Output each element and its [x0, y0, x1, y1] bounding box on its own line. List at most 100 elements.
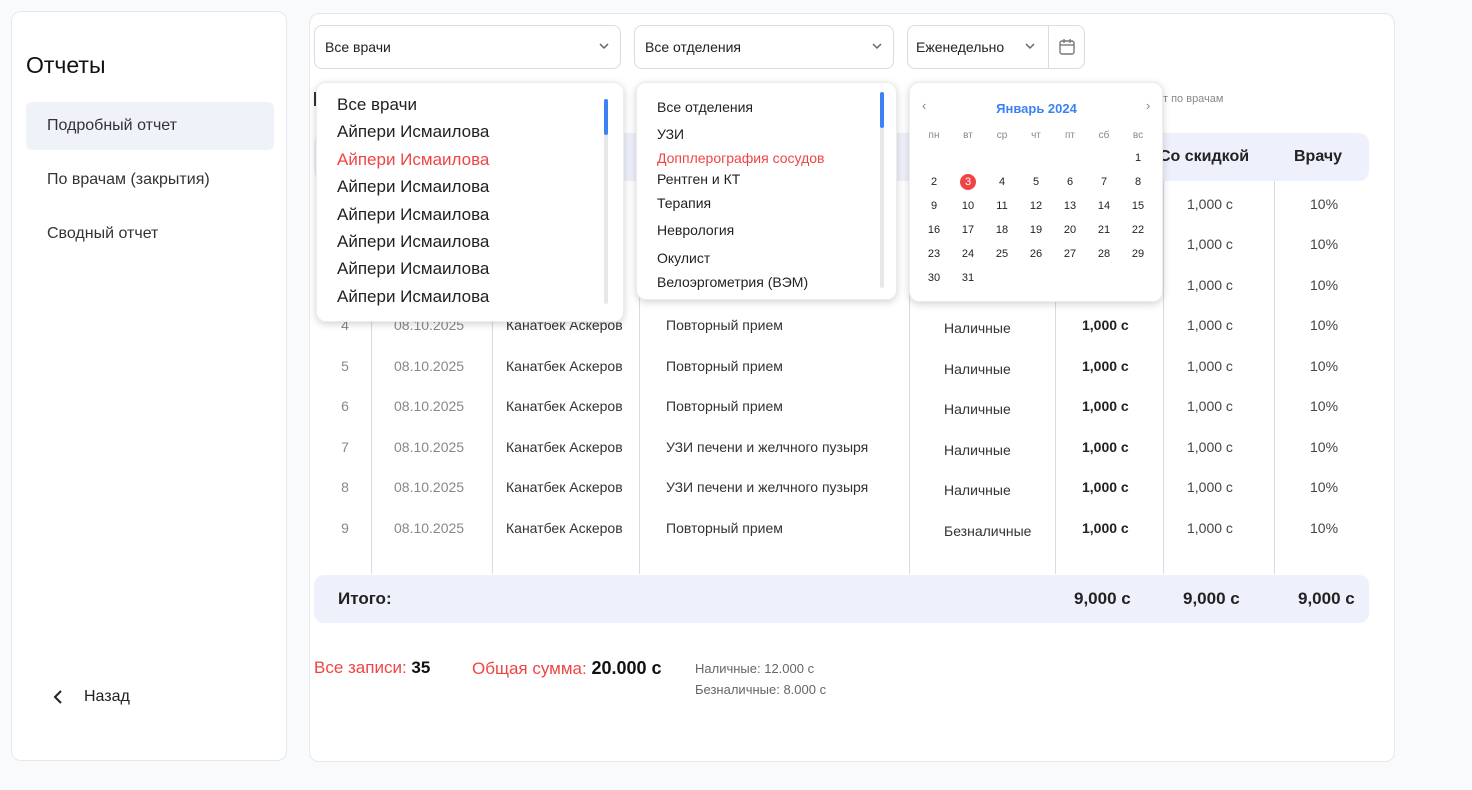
calendar-day[interactable]: 23: [917, 246, 951, 262]
weekday-label: вт: [963, 130, 973, 141]
cell-discount: 1,000 с: [1187, 358, 1233, 374]
cell-sum: 1,000 с: [1082, 520, 1129, 536]
calendar-day[interactable]: 6: [1053, 174, 1087, 190]
table-row[interactable]: 5 08.10.2025 Канатбек Аскеров Повторный при…: [314, 358, 1369, 398]
calendar-day[interactable]: 2: [917, 174, 951, 190]
calendar-day[interactable]: 16: [917, 222, 951, 238]
department-option[interactable]: Неврология: [657, 222, 734, 238]
department-option[interactable]: Окулист: [657, 250, 710, 266]
table-row[interactable]: 9 08.10.2025 Канатбек Аскеров Повторный при…: [314, 520, 1369, 560]
hint-text: т по врачам: [1163, 93, 1224, 105]
calendar-day[interactable]: 15: [1121, 198, 1155, 214]
calendar-day[interactable]: 20: [1053, 222, 1087, 238]
doctor-select[interactable]: Все врачи: [314, 25, 621, 69]
footer-doctor-share: 9,000 с: [1298, 589, 1355, 608]
back-button[interactable]: Назад: [52, 688, 130, 706]
calendar-day[interactable]: 22: [1121, 222, 1155, 238]
department-option[interactable]: УЗИ: [657, 126, 684, 142]
cell-sum: 1,000 с: [1082, 398, 1129, 414]
calendar-day[interactable]: 8: [1121, 174, 1155, 190]
calendar-day[interactable]: 21: [1087, 222, 1121, 238]
calendar-day[interactable]: 3: [951, 174, 985, 190]
table-row[interactable]: 4 08.10.2025 Канатбек Аскеров Повторный при…: [314, 317, 1369, 357]
doctor-dropdown-scrollbar[interactable]: [604, 99, 608, 304]
table-row[interactable]: 8 08.10.2025 Канатбек Аскеров УЗИ печени и …: [314, 479, 1369, 519]
cell-pct: 10%: [1310, 479, 1339, 495]
period-select[interactable]: Еженедельно: [907, 25, 1085, 69]
cell-discount: 1,000 с: [1187, 196, 1233, 212]
department-select[interactable]: Все отделения: [634, 25, 894, 69]
calendar-day-number: 18: [995, 224, 1009, 236]
calendar-day[interactable]: 26: [1019, 246, 1053, 262]
calendar-day[interactable]: 13: [1053, 198, 1087, 214]
sidebar-item-summary-report[interactable]: Сводный отчет: [26, 210, 274, 258]
footer-label: Итого:: [338, 589, 392, 608]
doctor-option[interactable]: Айпери Исмаилова: [337, 177, 489, 197]
weekday-label: сб: [1098, 130, 1110, 141]
doctor-option[interactable]: Все врачи: [337, 95, 417, 115]
sidebar-item-detailed-report[interactable]: Подробный отчет: [26, 102, 274, 150]
doctor-option[interactable]: Айпери Исмаилова: [337, 232, 489, 252]
doctor-option[interactable]: Айпери Исмаилова: [337, 287, 489, 307]
calendar-day[interactable]: 24: [951, 246, 985, 262]
department-option[interactable]: Терапия: [657, 195, 711, 211]
sidebar: Отчеты Подробный отчет По врачам (закрыт…: [11, 11, 287, 761]
calendar-day[interactable]: 9: [917, 198, 951, 214]
doctor-option[interactable]: Айпери Исмаилова: [337, 122, 489, 142]
table-footer: Итого: 9,000 с 9,000 с 9,000 с: [314, 575, 1369, 623]
cell-pct: 10%: [1310, 398, 1339, 414]
doctor-option[interactable]: Айпери Исмаилова: [337, 150, 489, 170]
table-row[interactable]: 7 08.10.2025 Канатбек Аскеров УЗИ печени и …: [314, 439, 1369, 479]
calendar-day[interactable]: 28: [1087, 246, 1121, 262]
calendar-day[interactable]: 11: [985, 198, 1019, 214]
cell-discount: 1,000 с: [1187, 277, 1233, 293]
chevron-left-icon: [53, 690, 62, 704]
calendar-day[interactable]: 10: [951, 198, 985, 214]
department-option[interactable]: Рентген и КТ: [657, 171, 740, 187]
doctor-select-value: Все врачи: [325, 39, 391, 55]
department-dropdown-scrollbar[interactable]: [880, 92, 884, 288]
calendar-day[interactable]: 25: [985, 246, 1019, 262]
calendar-day[interactable]: 5: [1019, 174, 1053, 190]
cell-num: 5: [341, 358, 349, 374]
cell-payment: Наличные: [944, 482, 1011, 498]
cell-payment: Наличные: [944, 361, 1011, 377]
header-doctor-share: Врачу: [1294, 148, 1343, 165]
calendar-button[interactable]: [1048, 26, 1084, 68]
scrollbar-thumb[interactable]: [880, 92, 884, 128]
calendar-day[interactable]: 27: [1053, 246, 1087, 262]
scrollbar-thumb[interactable]: [604, 99, 608, 135]
cell-date: 08.10.2025: [394, 479, 465, 495]
doctor-option[interactable]: Айпери Исмаилова: [337, 205, 489, 225]
calendar-day-number: 11: [996, 200, 1008, 212]
cell-payment: Наличные: [944, 442, 1011, 458]
calendar-day-number: 5: [1032, 176, 1040, 188]
department-option[interactable]: Допплерография сосудов: [657, 150, 824, 166]
calendar-day-number: 14: [1097, 200, 1111, 212]
calendar-day[interactable]: 12: [1019, 198, 1053, 214]
calendar-day[interactable]: 19: [1019, 222, 1053, 238]
calendar-day-number: 25: [995, 248, 1009, 260]
total-label: Общая сумма:: [472, 659, 587, 678]
department-option[interactable]: Велоэргометрия (ВЭМ): [657, 274, 808, 290]
calendar-day[interactable]: 17: [951, 222, 985, 238]
sidebar-item-by-doctors[interactable]: По врачам (закрытия): [26, 156, 274, 204]
calendar-day[interactable]: 18: [985, 222, 1019, 238]
calendar-day-number: 28: [1097, 248, 1111, 260]
cell-date: 08.10.2025: [394, 358, 465, 374]
calendar-day[interactable]: 7: [1087, 174, 1121, 190]
table-row[interactable]: 6 08.10.2025 Канатбек Аскеров Повторный при…: [314, 398, 1369, 438]
weekday-label: пт: [1065, 130, 1075, 141]
department-option[interactable]: Все отделения: [657, 99, 753, 115]
calendar-day[interactable]: 4: [985, 174, 1019, 190]
calendar-day[interactable]: 29: [1121, 246, 1155, 262]
cell-date: 08.10.2025: [394, 520, 465, 536]
calendar-next-button[interactable]: ›: [1146, 98, 1150, 113]
calendar-day[interactable]: 1: [1121, 150, 1155, 166]
doctor-option[interactable]: Айпери Исмаилова: [337, 259, 489, 279]
calendar-day-number: 26: [1029, 248, 1043, 260]
calendar-day[interactable]: 31: [951, 270, 985, 286]
cell-service: Повторный прием: [666, 317, 783, 333]
calendar-day[interactable]: 14: [1087, 198, 1121, 214]
calendar-day[interactable]: 30: [917, 270, 951, 286]
